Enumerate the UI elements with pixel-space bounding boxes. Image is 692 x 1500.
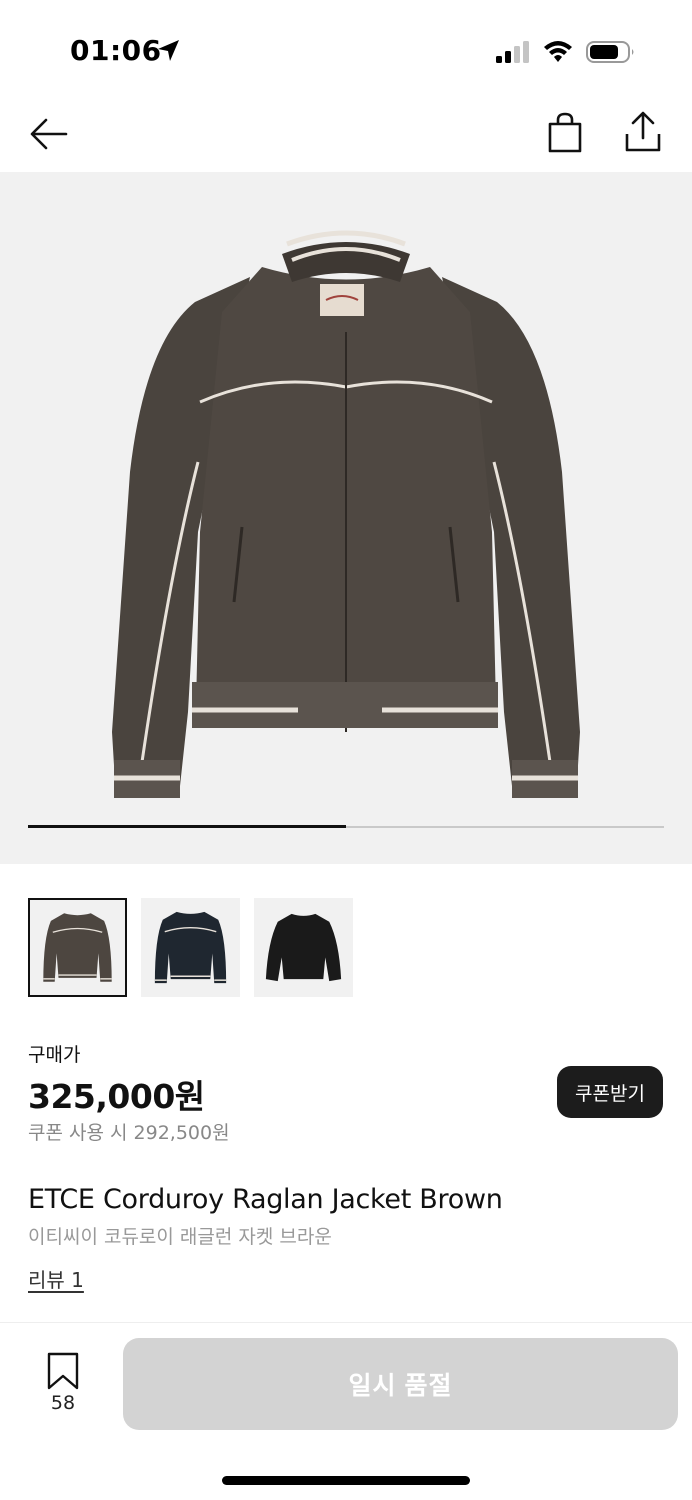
thumbnail-jacket-black	[265, 913, 342, 982]
thumbnail-jacket-brown	[43, 913, 112, 982]
price-amount: 325,000원	[28, 1077, 205, 1116]
cellular-signal-icon	[496, 41, 529, 63]
product-name-korean: 이티씨이 코듀로이 래글런 자켓 브라운	[28, 1226, 332, 1248]
shopping-bag-icon[interactable]	[546, 112, 584, 154]
product-image-gallery[interactable]	[0, 172, 692, 864]
sold-out-button[interactable]: 일시 품절	[123, 1338, 678, 1430]
thumbnail-strip	[28, 898, 353, 998]
battery-icon	[586, 41, 634, 63]
back-arrow-icon[interactable]	[28, 114, 70, 154]
status-bar: 01:06	[0, 0, 692, 100]
get-coupon-button[interactable]: 쿠폰받기	[557, 1066, 663, 1118]
thumbnail-navy[interactable]	[141, 898, 240, 997]
price-label: 구매가	[28, 1044, 81, 1066]
share-icon[interactable]	[624, 110, 662, 154]
bottom-bar-divider	[0, 1322, 692, 1323]
status-time: 01:06	[70, 34, 162, 67]
thumbnail-black[interactable]	[254, 898, 353, 997]
product-image-jacket	[112, 230, 580, 798]
wifi-icon	[544, 41, 572, 62]
review-link[interactable]: 리뷰 1	[28, 1264, 84, 1293]
bookmark-count: 58	[50, 1392, 76, 1414]
thumbnail-brown[interactable]	[28, 898, 127, 997]
home-indicator	[222, 1476, 470, 1485]
gallery-progress-track	[28, 825, 664, 828]
bookmark-icon[interactable]	[46, 1352, 80, 1390]
gallery-progress-fill	[28, 825, 346, 828]
top-nav-bar	[0, 100, 692, 172]
thumbnail-jacket-navy	[154, 911, 227, 984]
product-name-english: ETCE Corduroy Raglan Jacket Brown	[28, 1184, 503, 1215]
coupon-price-text: 쿠폰 사용 시 292,500원	[28, 1122, 230, 1144]
location-arrow-icon	[158, 40, 179, 61]
